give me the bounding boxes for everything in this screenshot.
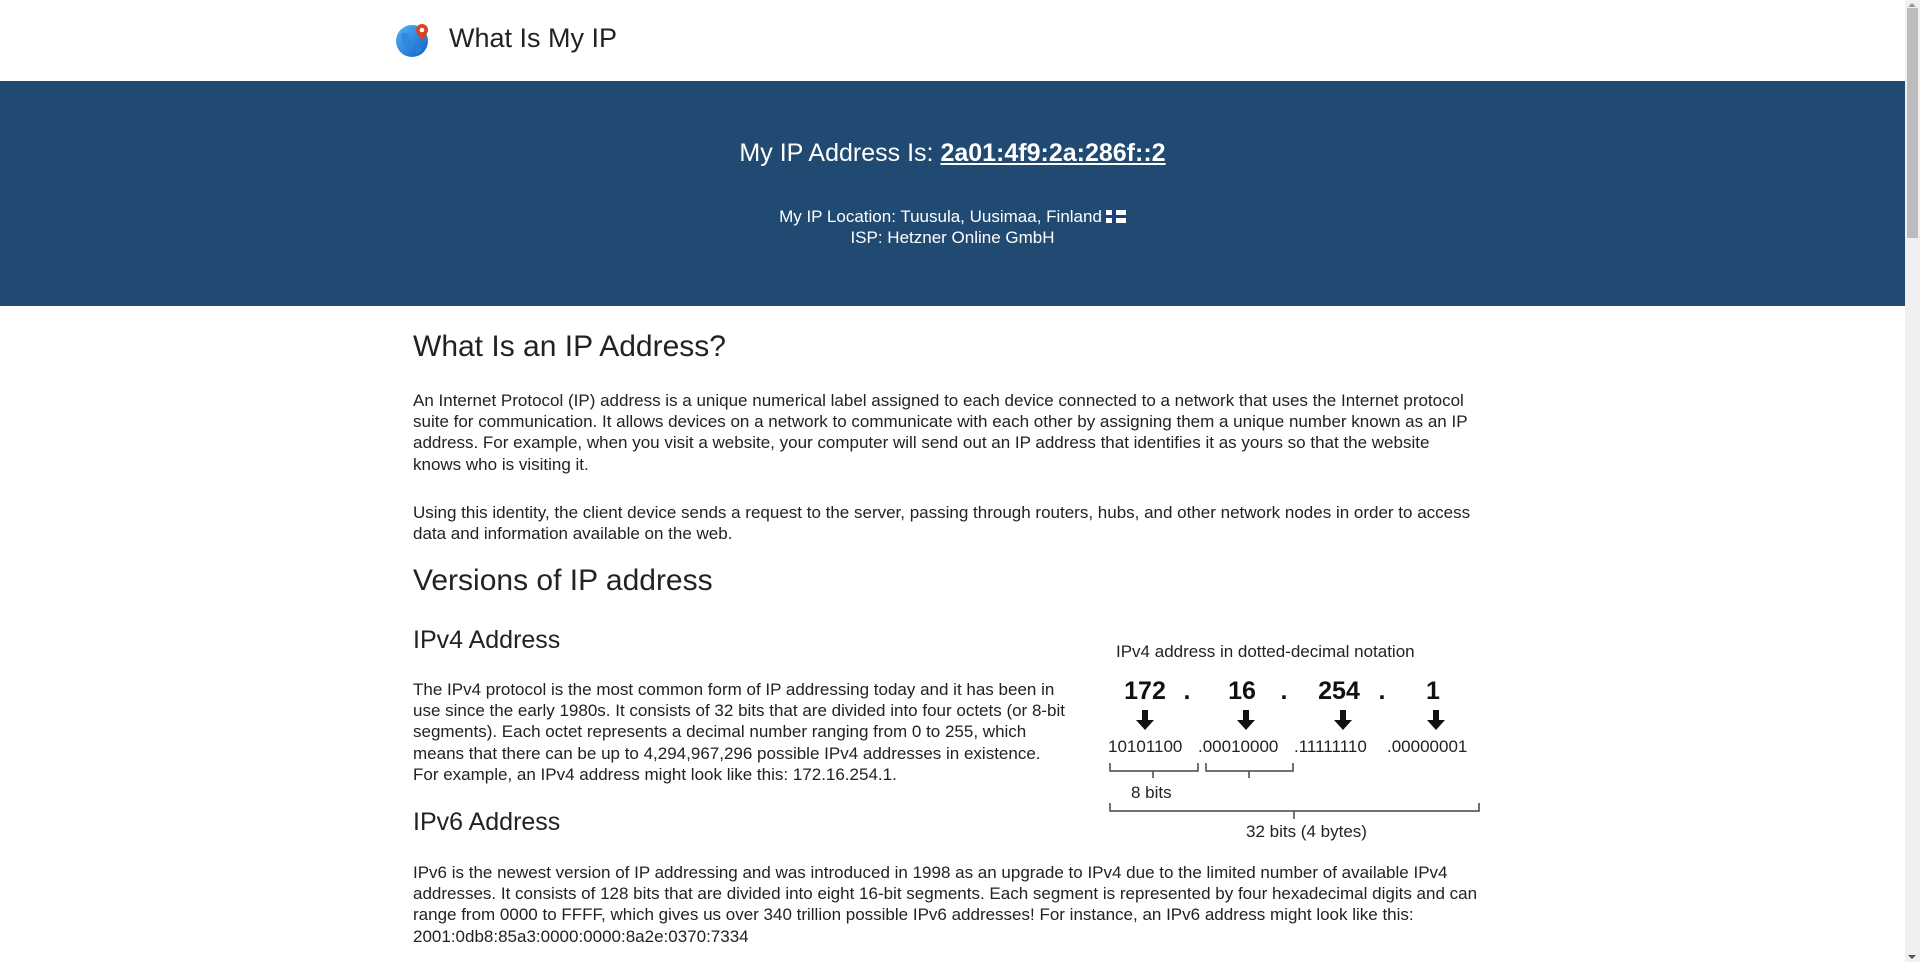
scroll-down-arrow-icon[interactable] — [1908, 955, 1916, 959]
ip-address-label: My IP Address Is: — [739, 139, 934, 167]
subsection-title-ipv6: IPv6 Address — [413, 808, 561, 836]
isp: ISP: Hetzner Online GmbH — [850, 228, 1055, 247]
ip-location: My IP Location: Tuusula, Uusimaa, Finlan… — [779, 207, 1102, 226]
paragraph: Using this identity, the client device s… — [413, 503, 1471, 544]
octet-binary: .00010000 — [1198, 737, 1278, 756]
scrollbar-thumb[interactable] — [1907, 8, 1918, 238]
site-title[interactable]: What Is My IP — [449, 23, 617, 54]
total-bits-label: 32 bits (4 bytes) — [1246, 822, 1367, 841]
octet-binary: .00000001 — [1387, 737, 1467, 756]
ip-info-banner: My IP Address Is: 2a01:4f9:2a:286f::2 My… — [0, 81, 1905, 306]
page: What Is My IP My IP Address Is: 2a01:4f9… — [0, 0, 1905, 962]
octet-decimal: 16 — [1228, 677, 1256, 705]
octet-bracket — [1205, 763, 1294, 778]
section-title-what-is-ip: What Is an IP Address? — [413, 330, 726, 363]
diagram-title: IPv4 address in dotted-decimal notation — [1116, 642, 1415, 661]
ip-address-link[interactable]: 2a01:4f9:2a:286f::2 — [940, 139, 1165, 167]
vertical-scrollbar[interactable] — [1905, 0, 1920, 962]
scroll-up-arrow-icon[interactable] — [1908, 3, 1916, 7]
top-bar: What Is My IP — [0, 0, 1905, 81]
octet-dot: . — [1281, 677, 1288, 705]
octet-dot: . — [1184, 677, 1191, 705]
globe-location-icon[interactable] — [395, 22, 431, 58]
total-bracket — [1109, 803, 1480, 819]
arrow-down-icon — [1427, 710, 1445, 730]
octet-decimal: 1 — [1426, 677, 1440, 705]
octet-binary: .11111110 — [1294, 737, 1367, 756]
ip-address-line: My IP Address Is: 2a01:4f9:2a:286f::2 — [0, 139, 1905, 168]
location-block: My IP Location: Tuusula, Uusimaa, Finlan… — [0, 206, 1905, 248]
section-title-versions: Versions of IP address — [413, 564, 713, 597]
finland-flag-icon — [1105, 210, 1126, 223]
arrow-down-icon — [1237, 710, 1255, 730]
paragraph-ipv4: The IPv4 protocol is the most common for… — [413, 680, 1066, 784]
octet-dot: . — [1379, 677, 1386, 705]
ipv4-diagram: IPv4 address in dotted-decimal notation … — [1108, 642, 1480, 841]
octet-binary: 10101100 — [1108, 737, 1182, 756]
octet-bracket — [1109, 763, 1199, 778]
arrow-down-icon — [1136, 710, 1154, 730]
octet-decimal: 254 — [1318, 677, 1360, 705]
subsection-title-ipv4: IPv4 Address — [413, 626, 561, 654]
octet-decimal: 172 — [1124, 677, 1166, 705]
paragraph-ipv6: IPv6 is the newest version of IP address… — [413, 863, 1478, 946]
paragraph: An Internet Protocol (IP) address is a u… — [413, 391, 1468, 474]
octet-bits-label: 8 bits — [1131, 783, 1172, 802]
arrow-down-icon — [1334, 710, 1352, 730]
